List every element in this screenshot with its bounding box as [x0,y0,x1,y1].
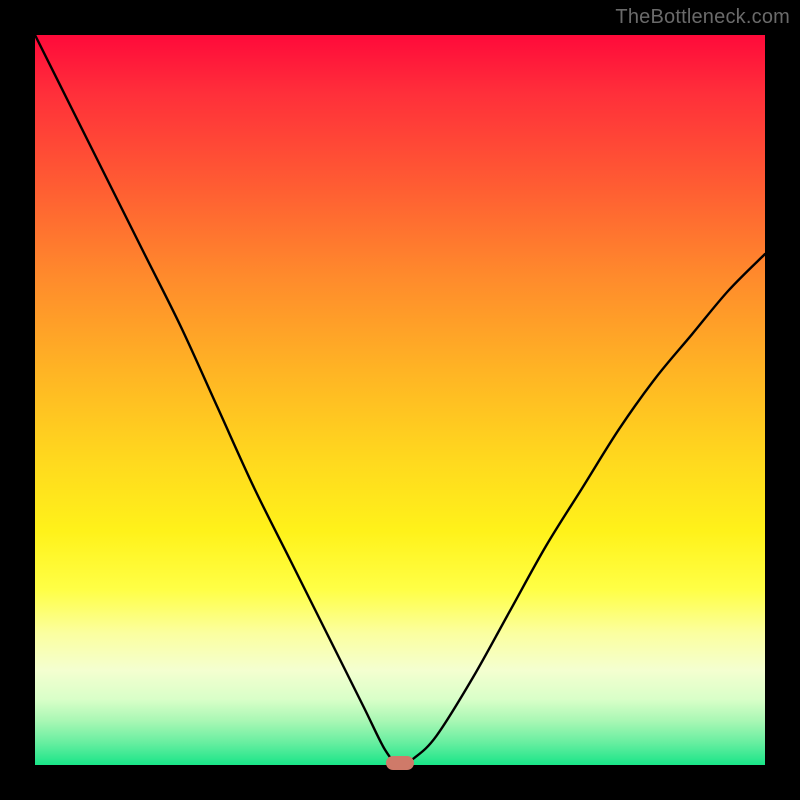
optimal-point-marker [386,756,414,770]
bottleneck-curve [35,35,765,765]
chart-frame: TheBottleneck.com [0,0,800,800]
plot-area [35,35,765,765]
watermark-text: TheBottleneck.com [615,6,790,29]
